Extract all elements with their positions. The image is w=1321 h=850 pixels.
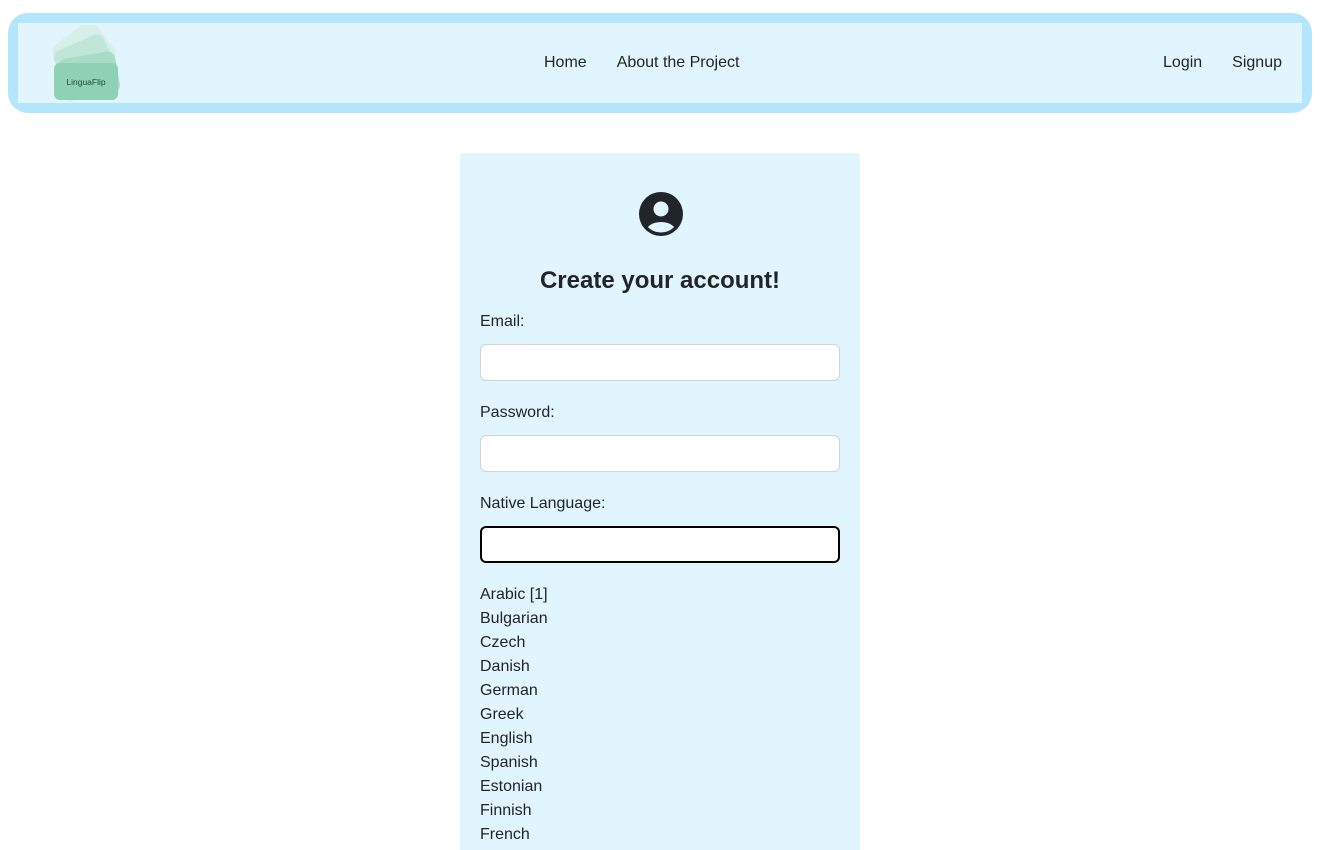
- language-option[interactable]: Bulgarian: [480, 607, 548, 631]
- native-language-input[interactable]: [480, 526, 840, 563]
- password-label: Password:: [480, 404, 555, 421]
- navbar: LinguaFlip Home About the Project Login …: [8, 13, 1312, 113]
- language-option[interactable]: Estonian: [480, 775, 548, 799]
- logo-text: LinguaFlip: [66, 77, 105, 87]
- language-option[interactable]: Danish: [480, 655, 548, 679]
- user-circle-icon: [639, 192, 683, 236]
- logo-icon[interactable]: LinguaFlip: [44, 25, 124, 101]
- native-language-label: Native Language:: [480, 495, 606, 512]
- nav-home-link[interactable]: Home: [544, 54, 587, 72]
- language-option[interactable]: Czech: [480, 631, 548, 655]
- signup-card: Create your account! Email: Password: Na…: [460, 153, 860, 850]
- login-link[interactable]: Login: [1163, 54, 1202, 72]
- language-option[interactable]: Arabic [1]: [480, 583, 548, 607]
- language-option[interactable]: English: [480, 727, 548, 751]
- language-option[interactable]: German: [480, 679, 548, 703]
- language-option[interactable]: French: [480, 823, 548, 847]
- language-option[interactable]: Finnish: [480, 799, 548, 823]
- main-nav: Home About the Project: [544, 23, 739, 103]
- nav-about-link[interactable]: About the Project: [617, 54, 740, 72]
- password-field[interactable]: [480, 435, 840, 472]
- navbar-inner: LinguaFlip Home About the Project Login …: [18, 23, 1302, 103]
- signup-link[interactable]: Signup: [1232, 54, 1282, 72]
- language-option[interactable]: Spanish: [480, 751, 548, 775]
- language-option[interactable]: Greek: [480, 703, 548, 727]
- language-options-list: Arabic [1] Bulgarian Czech Danish German…: [480, 583, 548, 847]
- email-field[interactable]: [480, 344, 840, 381]
- email-label: Email:: [480, 313, 525, 330]
- auth-nav: Login Signup: [1163, 23, 1282, 103]
- page-title: Create your account!: [539, 267, 781, 294]
